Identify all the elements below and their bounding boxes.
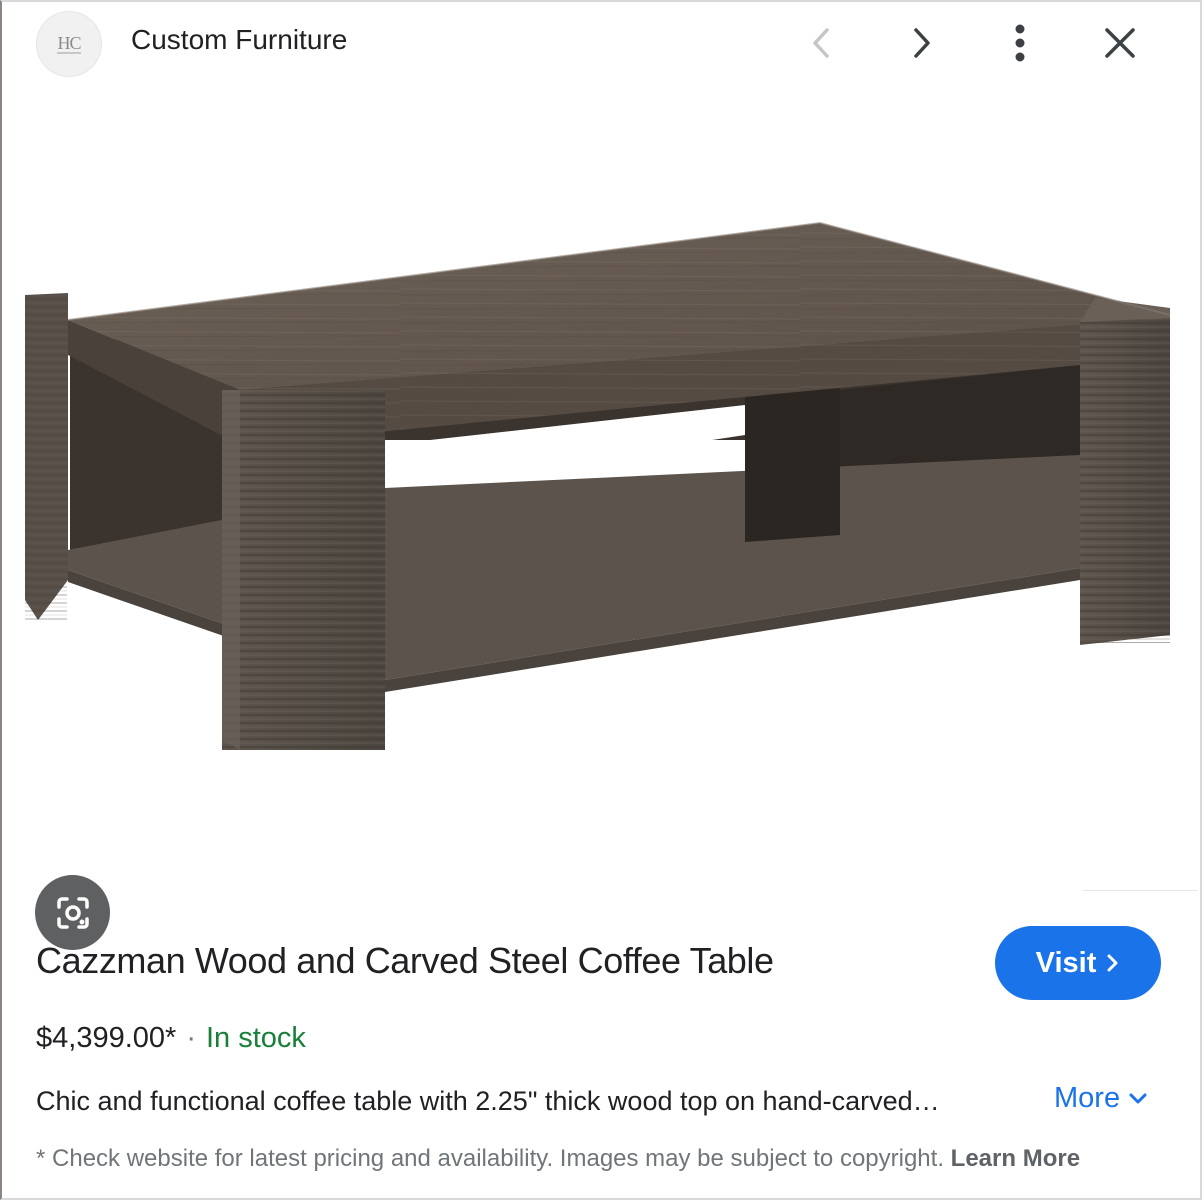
- close-button[interactable]: [1094, 17, 1146, 69]
- more-vert-icon: [1015, 24, 1025, 62]
- visit-button[interactable]: Visit: [995, 926, 1161, 1000]
- lens-search-icon: [56, 896, 89, 929]
- price-row: $4,399.00* · In stock: [36, 1022, 306, 1055]
- product-image[interactable]: [0, 90, 1202, 950]
- product-title[interactable]: Cazzman Wood and Carved Steel Coffee Tab…: [36, 940, 774, 982]
- chevron-left-icon: [813, 28, 829, 58]
- previous-button[interactable]: [796, 17, 848, 69]
- lens-search-button[interactable]: [35, 875, 110, 950]
- more-options-button[interactable]: [994, 17, 1046, 69]
- learn-more-link[interactable]: Learn More: [951, 1145, 1080, 1172]
- site-name[interactable]: Custom Furniture: [131, 24, 347, 56]
- divider: [1083, 890, 1198, 891]
- next-button[interactable]: [895, 17, 947, 69]
- chevron-right-icon: [914, 28, 930, 58]
- coffee-table-image: [25, 221, 1171, 750]
- stock-status: In stock: [205, 1022, 306, 1054]
- chevron-right-icon: [1107, 954, 1118, 972]
- site-logo-text: HC: [57, 33, 82, 54]
- chevron-down-icon: [1129, 1093, 1147, 1103]
- close-icon: [1105, 28, 1135, 58]
- panel-header: HC Custom Furniture: [0, 0, 1202, 90]
- site-logo[interactable]: HC: [36, 11, 102, 77]
- more-button[interactable]: More: [1054, 1082, 1148, 1115]
- more-label: More: [1054, 1082, 1121, 1114]
- disclaimer-text: * Check website for latest pricing and a…: [36, 1145, 944, 1172]
- visit-label: Visit: [1035, 946, 1097, 979]
- separator-dot: ·: [186, 1022, 196, 1054]
- price: $4,399.00*: [36, 1022, 177, 1054]
- disclaimer: * Check website for latest pricing and a…: [36, 1145, 1080, 1173]
- product-description: Chic and functional coffee table with 2.…: [36, 1086, 940, 1116]
